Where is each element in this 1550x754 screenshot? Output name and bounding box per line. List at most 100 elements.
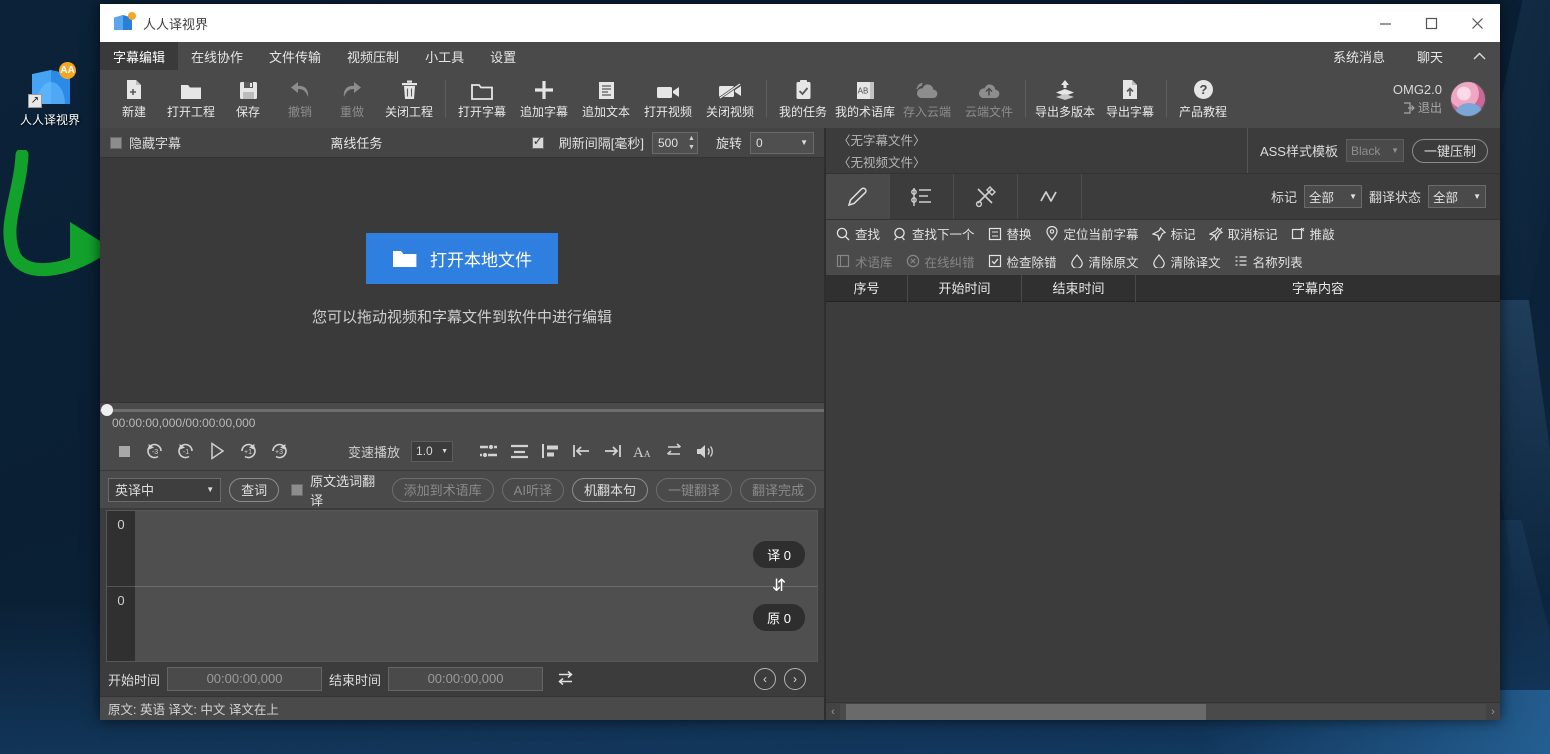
toolbar-append-text[interactable]: 追加文本	[575, 72, 637, 126]
spinner-arrows-icon[interactable]: ▲ ▼	[688, 134, 695, 152]
menu-item-subtitle-edit[interactable]: 字幕编辑	[100, 42, 179, 70]
toolbar-new[interactable]: 新建	[108, 72, 160, 126]
select-translate-checkbox[interactable]: 原文选词翻译	[291, 471, 383, 509]
stop-button[interactable]	[110, 437, 138, 465]
locate-current-subtitle-action[interactable]: 定位当前字幕	[1045, 224, 1139, 243]
menu-item-file-transfer[interactable]: 文件传输	[256, 42, 334, 70]
toolbar-open-subtitle[interactable]: 打开字幕	[451, 72, 513, 126]
one-click-compress-button[interactable]: 一键压制	[1411, 138, 1488, 163]
toolbar-close-video[interactable]: 关闭视频	[699, 72, 761, 126]
toolbar-open-video[interactable]: 打开视频	[637, 72, 699, 126]
horizontal-scrollbar[interactable]: ‹ ›	[826, 702, 1500, 720]
toolbar-append-subtitle[interactable]: 追加字幕	[513, 72, 575, 126]
swap-times-button[interactable]	[556, 670, 575, 689]
align-bottom-button[interactable]	[505, 437, 533, 465]
hide-subtitle-checkbox[interactable]: 隐藏字幕	[110, 133, 181, 152]
next-subtitle-button[interactable]: ›	[784, 668, 806, 690]
set-start-button[interactable]	[567, 437, 595, 465]
font-size-button[interactable]: AA	[629, 437, 657, 465]
check-errors-action[interactable]: 检查除错	[988, 252, 1057, 271]
unmark-action[interactable]: 取消标记	[1208, 224, 1278, 243]
forward-1s-button[interactable]: +1	[234, 437, 262, 465]
replace-action[interactable]: 替换	[988, 224, 1032, 243]
toolbar-export-subtitle[interactable]: 导出字幕	[1099, 72, 1161, 126]
translation-status-dropdown[interactable]: 全部 ▼	[1428, 185, 1486, 208]
scroll-left-icon[interactable]: ‹	[826, 706, 840, 718]
desktop-shortcut-renren[interactable]: AA ↗ 人人译视界	[4, 62, 96, 128]
clear-original-action[interactable]: 清除原文	[1070, 252, 1139, 271]
toolbar-open-project[interactable]: 打开工程	[160, 72, 222, 126]
close-button[interactable]	[1454, 4, 1500, 42]
clear-translation-action[interactable]: 清除译文	[1152, 252, 1221, 271]
toolbar-save[interactable]: 保存	[222, 72, 274, 126]
toolbar-undo[interactable]: 撤销	[274, 72, 326, 126]
video-drop-area[interactable]: 打开本地文件 您可以拖动视频和字幕文件到软件中进行编辑	[100, 158, 824, 402]
open-local-file-button[interactable]: 打开本地文件	[366, 233, 558, 284]
find-action[interactable]: 查找	[836, 224, 880, 243]
online-correction-action[interactable]: 在线纠错	[906, 252, 975, 271]
toolbar-cloud-files[interactable]: 云端文件	[958, 72, 1020, 126]
menu-item-system-messages[interactable]: 系统消息	[1317, 42, 1401, 70]
menu-item-online-collab[interactable]: 在线协作	[178, 42, 256, 70]
start-time-input[interactable]: 00:00:00,000	[167, 667, 323, 691]
translation-done-button[interactable]: 翻译完成	[739, 477, 816, 502]
avatar[interactable]	[1450, 81, 1486, 117]
ass-template-dropdown[interactable]: Black ▼	[1345, 139, 1404, 162]
scroll-right-icon[interactable]: ›	[1486, 706, 1500, 718]
subtitle-table-body[interactable]	[826, 302, 1500, 702]
prev-subtitle-button[interactable]: ‹	[754, 668, 776, 690]
tab-tools[interactable]	[954, 174, 1018, 219]
language-pair-dropdown[interactable]: 英译中 ▼	[108, 477, 222, 502]
refresh-interval-input[interactable]: 500 ▲ ▼	[651, 131, 698, 154]
menu-item-settings[interactable]: 设置	[477, 42, 529, 70]
toolbar-close-project[interactable]: 关闭工程	[378, 72, 440, 126]
translated-count-tag[interactable]: 译 0	[753, 541, 805, 568]
toolbar-my-glossary[interactable]: AB 我的术语库	[834, 72, 896, 126]
speed-dropdown[interactable]: 1.0 ▼	[411, 440, 454, 462]
tab-waveform[interactable]	[1018, 174, 1082, 219]
name-list-action[interactable]: 名称列表	[1234, 252, 1303, 271]
swap-vertical-icon[interactable]: ⇵	[772, 576, 786, 596]
align-both-button[interactable]	[474, 437, 502, 465]
add-to-glossary-button[interactable]: 添加到术语库	[391, 477, 494, 502]
translated-text-input[interactable]	[135, 511, 817, 586]
tab-edit[interactable]	[826, 174, 890, 219]
toolbar-my-tasks[interactable]: 我的任务	[772, 72, 834, 126]
tab-list-settings[interactable]	[890, 174, 954, 219]
play-button[interactable]	[203, 437, 231, 465]
column-header-index[interactable]: 序号	[826, 274, 908, 302]
video-timeline-slider[interactable]	[100, 402, 824, 416]
glossary-action[interactable]: 术语库	[836, 252, 893, 271]
swap-lines-button[interactable]	[660, 437, 688, 465]
menu-item-video-compress[interactable]: 视频压制	[334, 42, 412, 70]
machine-translate-line-button[interactable]: 机翻本句	[571, 477, 648, 502]
mark-action[interactable]: 标记	[1151, 224, 1196, 243]
column-header-content[interactable]: 字幕内容	[1136, 275, 1500, 302]
end-time-input[interactable]: 00:00:00,000	[388, 667, 544, 691]
toolbar-export-multi[interactable]: 导出多版本	[1031, 72, 1099, 126]
refresh-interval-checkbox[interactable]	[531, 134, 544, 149]
scrollbar-track[interactable]	[840, 703, 1486, 720]
scrollbar-thumb[interactable]	[846, 703, 1206, 720]
menu-item-chat[interactable]: 聊天	[1401, 42, 1459, 70]
timeline-knob[interactable]	[101, 404, 113, 416]
logout-button[interactable]: 退出	[1403, 99, 1442, 116]
column-header-end-time[interactable]: 结束时间	[1022, 274, 1136, 302]
back-3s-button[interactable]: -3	[141, 437, 169, 465]
rotate-dropdown[interactable]: 0 ▼	[750, 131, 814, 154]
column-header-start-time[interactable]: 开始时间	[908, 274, 1022, 302]
maximize-button[interactable]	[1408, 4, 1454, 42]
toolbar-redo[interactable]: 重做	[326, 72, 378, 126]
menu-item-tools[interactable]: 小工具	[412, 42, 477, 70]
toolbar-product-tutorial[interactable]: ? 产品教程	[1172, 72, 1234, 126]
polish-action[interactable]: 推敲	[1291, 224, 1335, 243]
find-next-action[interactable]: 查找下一个	[893, 224, 975, 243]
set-end-button[interactable]	[598, 437, 626, 465]
lookup-word-button[interactable]: 查词	[229, 477, 280, 502]
back-1s-button[interactable]: -1	[172, 437, 200, 465]
translate-all-button[interactable]: 一键翻译	[655, 477, 732, 502]
mark-filter-dropdown[interactable]: 全部 ▼	[1303, 185, 1362, 208]
minimize-button[interactable]	[1362, 4, 1408, 42]
chevron-up-icon[interactable]	[1459, 42, 1500, 70]
original-count-tag[interactable]: 原 0	[753, 604, 805, 631]
